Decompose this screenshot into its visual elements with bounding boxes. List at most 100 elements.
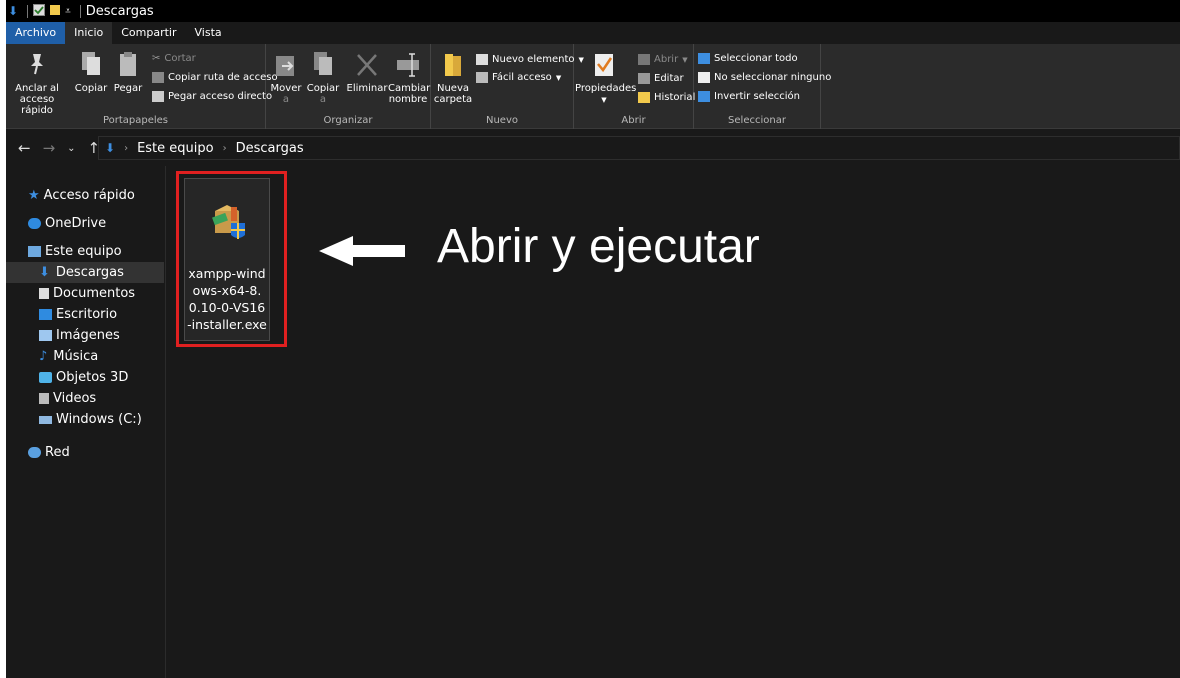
tab-compartir[interactable]: Compartir [112,22,185,44]
sidebar-item-videos[interactable]: Videos [6,388,164,409]
navigation-bar: ← → ⌄ ↑ ⬇ › Este equipo › Descargas [6,130,1180,166]
sidebar-item-onedrive[interactable]: OneDrive [6,213,164,234]
breadcrumb-este-equipo[interactable]: Este equipo [137,141,214,156]
sidebar-item-musica[interactable]: ♪ Música [6,346,164,367]
new-item-icon [476,54,488,65]
invert-selection-label: Invertir selección [714,91,800,102]
drive-icon [39,415,52,424]
history-label: Historial [654,92,696,103]
address-bar[interactable]: ⬇ › Este equipo › Descargas [98,136,1180,160]
group-organizar: Mover a Copiar a Eliminar Cambiar nombre… [266,44,431,129]
properties-check-icon[interactable] [33,3,46,19]
rename-button[interactable]: Cambiar nombre [388,50,431,105]
chevron-down-icon: ▼ [555,73,562,82]
move-icon [274,50,298,80]
pin-label: Anclar al [15,83,59,94]
group-label-nuevo: Nuevo [485,115,518,126]
breadcrumb-descargas[interactable]: Descargas [236,141,304,156]
sidebar-item-descargas[interactable]: ⬇ Descargas [6,262,164,283]
sidebar-item-imagenes[interactable]: Imágenes [6,325,164,346]
copy-to-label: Copiar [306,83,340,94]
paste-shortcut-button[interactable]: Pegar acceso directo [152,91,272,102]
chevron-down-icon: ▼ [601,96,607,104]
folder-icon [441,50,465,80]
paste-label: Pegar [113,83,143,94]
cube-icon [39,372,52,383]
tab-archivo[interactable]: Archivo [6,22,66,44]
select-all-button[interactable]: Seleccionar todo [698,53,798,64]
new-item-button[interactable]: Nuevo elemento ▼ [476,54,584,65]
group-label-abrir: Abrir [621,115,646,126]
copy-label: Copiar [74,83,108,94]
sidebar-item-label: Acceso rápido [43,188,135,203]
tab-vista[interactable]: Vista [186,22,231,44]
divider [27,4,29,18]
open-button[interactable]: Abrir ▼ [638,54,688,65]
sidebar-item-label: Videos [53,391,97,406]
sidebar-item-windows-c[interactable]: Windows (C:) [6,409,164,430]
new-folder-button[interactable]: Nueva carpeta [433,50,473,105]
forward-arrow-icon[interactable]: → [43,139,56,157]
pictures-icon [39,330,52,341]
sidebar-item-objetos-3d[interactable]: Objetos 3D [6,367,164,388]
sidebar-item-escritorio[interactable]: Escritorio [6,304,164,325]
sidebar-item-documentos[interactable]: Documentos [6,283,164,304]
customize-dropdown-icon[interactable]: ⩡ [65,6,71,17]
history-button[interactable]: Historial [638,92,695,103]
highlight-box [176,171,287,347]
copy-button[interactable]: Copiar [74,50,108,94]
sidebar-item-red[interactable]: Red [6,442,164,463]
new-folder-icon[interactable] [49,4,61,19]
pin-icon [25,50,49,80]
move-label: Mover [270,83,302,94]
edit-button[interactable]: Editar [638,73,684,84]
cut-button[interactable]: ✂ Cortar [152,53,196,64]
sidebar-item-label: Música [53,349,99,364]
properties-button[interactable]: Propiedades ▼ [575,50,637,106]
music-note-icon: ♪ [39,349,48,364]
group-label-seleccionar: Seleccionar [728,115,786,126]
sidebar-item-label: Escritorio [56,307,118,322]
group-nuevo: Nueva carpeta Nuevo elemento ▼ Fácil acc… [431,44,584,129]
path-icon [152,72,164,83]
delete-x-icon [355,50,379,80]
rename-label: Cambiar [388,83,431,94]
download-arrow-icon[interactable]: ⬇ [8,4,18,18]
document-icon [39,288,49,299]
open-icon [638,54,650,65]
sidebar-item-label: Este equipo [45,244,122,259]
properties-label: Propiedades [575,83,637,94]
new-folder-label: Nueva [436,83,470,94]
paste-shortcut-label: Pegar acceso directo [168,91,273,102]
copy-to-button[interactable]: Copiar a [306,50,340,105]
file-explorer-window: ⬇ ⩡ Descargas Archivo Inicio Compartir V… [6,0,1180,678]
group-label-portapapeles: Portapapeles [102,115,169,126]
ribbon-tabs: Archivo Inicio Compartir Vista [6,22,231,44]
sidebar-item-label: Imágenes [56,328,120,343]
select-none-button[interactable]: No seleccionar ninguno [698,72,831,83]
easy-access-button[interactable]: Fácil acceso ▼ [476,72,561,83]
scissors-icon: ✂ [152,53,161,64]
delete-label: Eliminar [346,83,388,94]
invert-selection-button[interactable]: Invertir selección [698,91,800,102]
sidebar-item-este-equipo[interactable]: Este equipo [6,241,164,262]
computer-icon [28,246,41,257]
sidebar-item-acceso-rapido[interactable]: ★ Acceso rápido [6,185,164,206]
move-to-button[interactable]: Mover a [270,50,302,105]
recent-locations-chevron-icon[interactable]: ⌄ [67,143,75,154]
back-arrow-icon[interactable]: ← [18,139,31,157]
paste-button[interactable]: Pegar [111,50,145,94]
copy-to-icon [311,50,335,80]
new-folder-label-2: carpeta [433,94,473,105]
ribbon: Anclar al acceso rápido Copiar Pegar ✂ C… [6,44,1180,129]
film-icon [39,393,49,404]
select-none-icon [698,72,710,83]
copy-path-button[interactable]: Copiar ruta de acceso [152,72,278,83]
shortcut-icon [152,91,164,102]
pin-quick-access-button[interactable]: Anclar al acceso rápido [10,50,64,116]
tab-inicio[interactable]: Inicio [65,22,113,44]
select-all-icon [698,53,710,64]
navigation-pane: ★ Acceso rápido OneDrive Este equipo ⬇ D… [6,166,166,678]
delete-button[interactable]: Eliminar [346,50,388,94]
invert-selection-icon [698,91,710,102]
